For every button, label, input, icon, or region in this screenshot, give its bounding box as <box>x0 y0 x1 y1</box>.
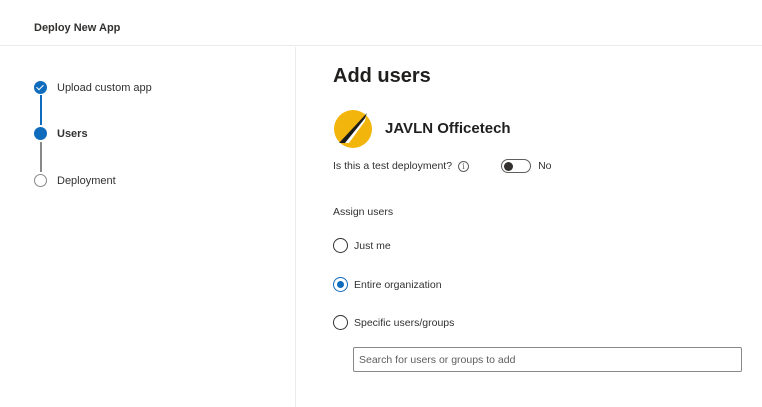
header-title: Deploy New App <box>34 22 121 34</box>
radio-unchecked-icon[interactable] <box>333 238 348 253</box>
toggle-state-label: No <box>538 160 552 172</box>
main-panel: Add users JAVLN Officetech Is this a tes… <box>333 47 753 407</box>
step-users: Users <box>34 127 88 140</box>
test-deployment-row: Is this a test deployment? i No <box>333 159 552 173</box>
step-connector-done <box>40 95 42 125</box>
step-connector-pending <box>40 142 42 172</box>
app-logo-icon <box>334 110 372 148</box>
radio-checked-icon[interactable] <box>333 277 348 292</box>
pending-step-circle-icon <box>34 174 47 187</box>
header: Deploy New App <box>0 0 762 46</box>
step-deployment: Deployment <box>34 174 116 187</box>
current-step-dot-icon <box>34 127 47 140</box>
info-icon[interactable]: i <box>458 160 470 172</box>
stepper-sidebar: Upload custom app Users Deployment <box>0 47 296 407</box>
radio-label: Just me <box>354 239 391 252</box>
radio-entire-organization[interactable]: Entire organization <box>333 277 442 292</box>
radio-unchecked-icon[interactable] <box>333 315 348 330</box>
step-upload-custom-app: Upload custom app <box>34 81 152 94</box>
radio-label: Specific users/groups <box>354 316 455 329</box>
radio-label: Entire organization <box>354 278 442 291</box>
test-deployment-label: Is this a test deployment? <box>333 160 453 172</box>
checkmark-circle-icon <box>34 81 47 94</box>
step-label: Upload custom app <box>57 81 152 94</box>
page-title: Add users <box>333 65 431 87</box>
radio-just-me[interactable]: Just me <box>333 238 391 253</box>
step-label: Users <box>57 127 88 140</box>
step-label: Deployment <box>57 174 116 187</box>
users-groups-search-input[interactable] <box>353 347 742 372</box>
test-deployment-toggle[interactable] <box>501 159 532 173</box>
radio-specific-users-groups[interactable]: Specific users/groups <box>333 315 454 330</box>
toggle-knob <box>504 161 514 171</box>
app-name: JAVLN Officetech <box>385 120 511 137</box>
assign-users-label: Assign users <box>333 206 394 218</box>
